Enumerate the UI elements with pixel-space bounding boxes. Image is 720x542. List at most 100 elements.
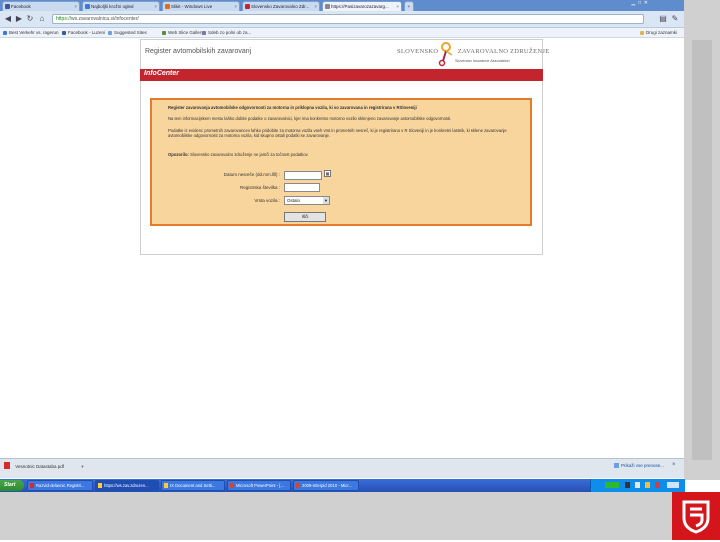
maximize-icon[interactable]: □ bbox=[638, 0, 641, 6]
tab-register-active[interactable]: https://Pasizavarozazavarg... × bbox=[322, 1, 402, 11]
bookmark-icon bbox=[62, 30, 66, 35]
folder-icon bbox=[164, 483, 168, 488]
tab-label: Facebook bbox=[11, 4, 31, 9]
url-path: ws.zavarovalnica.si/infocenter/ bbox=[71, 16, 139, 22]
calendar-icon[interactable]: ▦ bbox=[324, 170, 331, 177]
bookmark-label: Sdeb zo polni ob za... bbox=[208, 30, 252, 35]
taskbar-item[interactable]: IX Document and Setti... bbox=[161, 480, 225, 491]
logo-subtitle: Slovenian Insurance Association bbox=[455, 59, 510, 63]
window-controls[interactable]: ▁ □ ✕ bbox=[631, 0, 648, 9]
bookmark-item[interactable]: Sdeb zo polni ob za... bbox=[202, 29, 251, 37]
browser-tab-bar: Facebook × Najboljši krožni ogled × Slik… bbox=[0, 0, 684, 11]
powerpoint-icon bbox=[230, 483, 234, 488]
browser-toolbar: ◀ ▶ ↻ ⌂ https://ws.zavarovalnica.si/info… bbox=[0, 11, 684, 28]
taskbar-item[interactable]: 2009-Interpid 2010 - Micr... bbox=[293, 480, 359, 491]
tray-network-icon[interactable] bbox=[635, 482, 640, 488]
tab-close-icon[interactable]: × bbox=[74, 2, 77, 11]
bookmark-label: Best Verkehr vs. ragerun bbox=[9, 30, 59, 35]
tray-clock[interactable] bbox=[667, 482, 679, 488]
warning-line: Opozorilo: Slovensko zavarovalno združen… bbox=[168, 152, 518, 157]
infocenter-label: InfoCenter bbox=[144, 70, 179, 77]
logo-word-3: ZDRUŽENJE bbox=[509, 48, 550, 55]
szz-favicon-icon bbox=[245, 4, 250, 9]
page-menu-icon[interactable]: ▤ bbox=[658, 14, 668, 24]
vehicle-type-select[interactable]: Ostalo ▼ bbox=[284, 196, 330, 205]
tray-volume-icon[interactable] bbox=[645, 482, 650, 488]
search-button[interactable]: Išči bbox=[284, 212, 326, 222]
warning-label: Opozorilo: bbox=[168, 152, 189, 157]
download-menu-chevron-icon[interactable]: ▾ bbox=[81, 464, 83, 469]
infocenter-bar: InfoCenter bbox=[140, 69, 543, 81]
close-download-bar-icon[interactable]: × bbox=[672, 462, 676, 468]
logo-word-1: SLOVENSKO bbox=[397, 48, 439, 55]
tab-slovensko-zavarovalno[interactable]: Slovensko Zavarovalno Zdr... × bbox=[242, 1, 320, 11]
tab-label: https://Pasizavarozazavarg... bbox=[331, 4, 389, 9]
tab-close-icon[interactable]: × bbox=[154, 2, 157, 11]
taskbar-item-label: https://ws.zav.zdruzen... bbox=[104, 483, 149, 488]
windows-live-favicon-icon bbox=[165, 4, 170, 9]
plate-input[interactable] bbox=[284, 183, 320, 192]
tab-label: Najboljši krožni ogled bbox=[91, 4, 134, 9]
bookmark-label: Suggested Sites bbox=[114, 30, 147, 35]
bookmark-item[interactable]: Suggested Sites bbox=[108, 29, 147, 37]
download-item[interactable]: Vesnotnic Datastaba pdf ▾ bbox=[4, 462, 84, 471]
scrollbar-thumb[interactable] bbox=[692, 40, 712, 460]
powerpoint-icon bbox=[296, 483, 300, 488]
panel-paragraph-1: Na tem informacijskem mestu lahko dobite… bbox=[168, 116, 452, 121]
site-favicon-icon bbox=[85, 4, 90, 9]
home-icon[interactable]: ⌂ bbox=[37, 14, 47, 24]
register-title: Register avtomobilskih zavarovanj bbox=[145, 48, 252, 55]
date-input[interactable] bbox=[284, 171, 322, 180]
taskbar-item[interactable]: Microsoft PowerPoint - [... bbox=[227, 480, 291, 491]
bookmark-label: Web Slice Gallery bbox=[168, 30, 204, 35]
wrench-icon[interactable]: ✎ bbox=[670, 14, 680, 24]
chevron-down-icon[interactable]: ▼ bbox=[323, 197, 329, 204]
tab-najboljsi[interactable]: Najboljši krožni ogled × bbox=[82, 1, 160, 11]
tray-app-icon[interactable] bbox=[625, 482, 630, 488]
show-all-downloads-link[interactable]: Prikaži vse prenose... bbox=[614, 462, 664, 470]
bookmarks-bar: Best Verkehr vs. ragerun Facebook - Luze… bbox=[0, 28, 684, 38]
tab-label: Slikit - Windows Live bbox=[171, 4, 213, 9]
bookmark-label: Facebook - Luzeni bbox=[68, 30, 106, 35]
pdf-file-icon bbox=[4, 462, 10, 469]
logo-name: SLOVENSKO ZAVAROVALNO ZDRUŽENJE bbox=[397, 48, 550, 55]
download-bar: Vesnotnic Datastaba pdf ▾ Prikaži vse pr… bbox=[0, 458, 684, 478]
taskbar-item-label: Razvid-delavnic Registri... bbox=[36, 483, 85, 488]
tab-label: Slovensko Zavarovalno Zdr... bbox=[251, 4, 310, 9]
tab-close-icon[interactable]: × bbox=[396, 2, 399, 11]
back-arrow-icon[interactable]: ◀ bbox=[3, 14, 13, 24]
taskbar-item-label: Microsoft PowerPoint - [... bbox=[236, 483, 284, 488]
tab-windows-live[interactable]: Slikit - Windows Live × bbox=[162, 1, 240, 11]
taskbar-item[interactable]: Razvid-delavnic Registri... bbox=[27, 480, 93, 491]
new-tab-button[interactable]: + bbox=[404, 1, 414, 11]
minimize-icon[interactable]: ▁ bbox=[631, 0, 635, 6]
bookmark-icon bbox=[108, 30, 112, 35]
szz-logo: SLOVENSKO ZAVAROVALNO ZDRUŽENJE Slovenia… bbox=[397, 41, 549, 67]
address-bar[interactable]: https://ws.zavarovalnica.si/infocenter/ bbox=[52, 14, 644, 24]
bookmark-item[interactable]: Web Slice Gallery bbox=[162, 29, 204, 37]
taskbar-item[interactable]: https://ws.zav.zdruzen... bbox=[95, 480, 159, 491]
url-scheme: https:// bbox=[56, 16, 72, 22]
vertical-scrollbar[interactable] bbox=[684, 0, 720, 480]
vehicle-type-value: Ostalo bbox=[287, 198, 301, 203]
forward-arrow-icon[interactable]: ▶ bbox=[14, 14, 24, 24]
date-label: Datum nesreče (dd.mm.llll) : bbox=[223, 172, 280, 177]
close-window-icon[interactable]: ✕ bbox=[644, 0, 648, 6]
tab-facebook[interactable]: Facebook × bbox=[2, 1, 80, 11]
brand-shield-icon bbox=[682, 500, 710, 534]
info-panel: Register zavarovanja avtomobilske odgovo… bbox=[150, 98, 532, 226]
warning-text: Slovensko zavarovalno združenje ne jamči… bbox=[190, 152, 309, 157]
reload-icon[interactable]: ↻ bbox=[25, 14, 35, 24]
start-button[interactable]: Start bbox=[0, 480, 24, 491]
tab-close-icon[interactable]: × bbox=[234, 2, 237, 11]
bookmark-icon bbox=[202, 30, 206, 35]
tray-security-icon[interactable] bbox=[655, 482, 660, 488]
tray-status-icon[interactable] bbox=[605, 482, 619, 488]
other-bookmarks-label: Drugi zaznamki bbox=[646, 30, 678, 35]
bookmark-item[interactable]: Best Verkehr vs. ragerun bbox=[3, 29, 59, 37]
system-tray bbox=[590, 479, 685, 492]
bookmark-item[interactable]: Facebook - Luzeni bbox=[62, 29, 105, 37]
other-bookmarks[interactable]: Drugi zaznamki bbox=[640, 29, 677, 37]
corner-logo bbox=[672, 492, 720, 540]
tab-close-icon[interactable]: × bbox=[314, 2, 317, 11]
